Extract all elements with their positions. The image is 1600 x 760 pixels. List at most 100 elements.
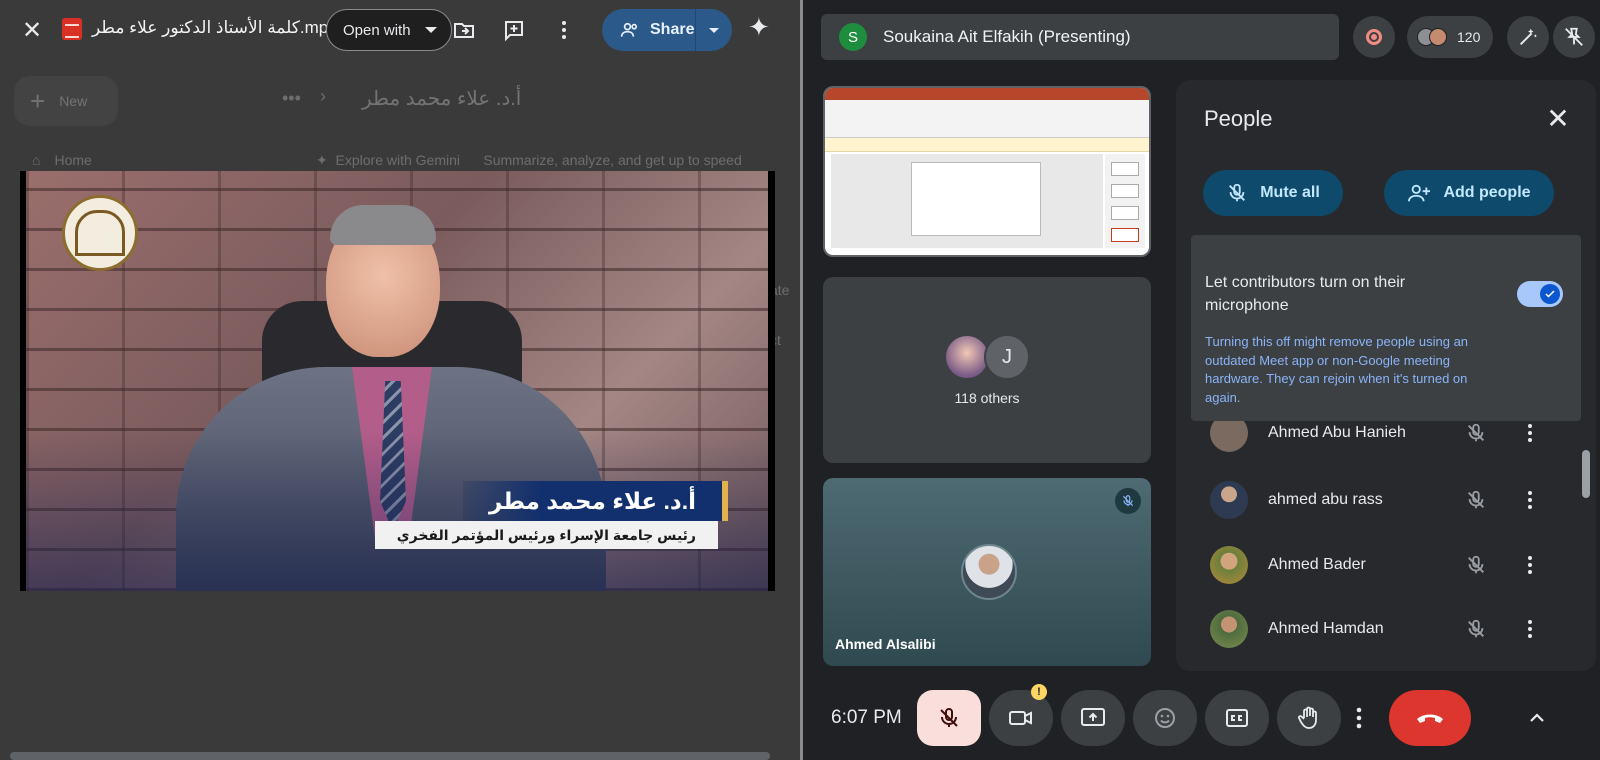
slide-canvas <box>831 154 1103 248</box>
participant-name: Ahmed Hamdan <box>1268 620 1384 637</box>
participants-button[interactable]: 120 <box>1407 16 1493 58</box>
participant-count: 120 <box>1457 29 1481 45</box>
more-vert-icon[interactable] <box>1520 551 1540 579</box>
more-vert-icon[interactable] <box>1520 486 1540 514</box>
magic-wand-icon[interactable] <box>1507 16 1549 58</box>
participant-name: Ahmed Alsalibi <box>835 636 936 652</box>
reactions-button[interactable] <box>1133 690 1197 746</box>
mic-off-icon[interactable] <box>1462 421 1490 447</box>
mic-off-icon[interactable] <box>1462 486 1490 514</box>
mute-all-button[interactable]: Mute all <box>1203 170 1343 216</box>
participant-list: Ahmed Abu Hanieh ahmed abu rass Ahmed Ba… <box>1176 421 1576 671</box>
more-vert-icon[interactable] <box>1520 421 1540 447</box>
closed-caption-icon <box>1226 709 1248 727</box>
hand-icon <box>1298 706 1317 729</box>
more-dots-icon: ••• <box>282 88 301 108</box>
more-vert-icon[interactable] <box>1520 615 1540 643</box>
notice-bar <box>825 138 1149 152</box>
participant-name: ahmed abu rass <box>1268 491 1383 508</box>
summary-text: Summarize, analyze, and get up to speed <box>483 152 742 168</box>
meeting-clock: 6:07 PM <box>831 707 902 728</box>
mic-permission-toggle[interactable] <box>1517 281 1563 307</box>
list-item[interactable]: Ahmed Abu Hanieh <box>1176 421 1576 465</box>
mute-all-label: Mute all <box>1260 184 1320 201</box>
explore-label: Explore with Gemini <box>335 152 461 168</box>
university-logo <box>62 195 138 271</box>
participant-avatars <box>1417 28 1447 46</box>
home-label: Home <box>54 152 92 168</box>
people-panel: People ✕ Mute all Add people Let contrib… <box>1176 80 1596 671</box>
mic-permission-setting: Let contributors turn on their microphon… <box>1191 235 1581 421</box>
close-icon[interactable]: ✕ <box>16 14 48 46</box>
add-people-button[interactable]: Add people <box>1384 170 1554 216</box>
avatar <box>1210 546 1248 584</box>
move-to-folder-icon[interactable] <box>448 14 480 46</box>
mic-off-icon <box>1229 183 1246 202</box>
chevron-up-icon[interactable] <box>1523 704 1551 732</box>
close-icon[interactable]: ✕ <box>1542 102 1574 134</box>
open-with-button[interactable]: Open with <box>326 9 452 51</box>
presenter-avatar: S <box>839 23 867 51</box>
list-item[interactable]: Ahmed Hamdan <box>1176 597 1576 661</box>
captions-button[interactable] <box>1205 690 1269 746</box>
presentation-tile[interactable] <box>823 86 1151 257</box>
chevron-right-icon: › <box>320 86 326 106</box>
others-tile[interactable]: J 118 others <box>823 277 1151 463</box>
horizontal-scrollbar[interactable] <box>10 752 770 760</box>
hair-shape <box>330 205 436 245</box>
plus-icon: + <box>30 85 46 116</box>
mic-off-icon[interactable] <box>1462 615 1490 643</box>
share-dropdown-button[interactable] <box>696 27 732 33</box>
new-label: New <box>59 93 88 109</box>
participant-name: Ahmed Bader <box>1268 556 1366 573</box>
lower-third-name: أ.د. علاء محمد مطر <box>462 481 728 521</box>
present-to-all-icon <box>1081 708 1105 726</box>
presenter-label: Soukaina Ait Elfakih (Presenting) <box>883 27 1131 46</box>
more-vert-icon[interactable] <box>548 14 580 46</box>
avatar-initial: J <box>984 334 1030 380</box>
list-item[interactable]: Ahmed Bader <box>1176 533 1576 597</box>
mic-off-icon <box>940 708 958 727</box>
gemini-sparkle-icon[interactable]: ✦ <box>748 12 770 43</box>
list-item[interactable]: ahmed abu rass <box>1176 468 1576 532</box>
breadcrumb: أ.د. علاء محمد مطر <box>362 88 522 110</box>
participant-tile[interactable]: Ahmed Alsalibi <box>823 478 1151 666</box>
participant-name: Ahmed Abu Hanieh <box>1268 424 1406 441</box>
new-button: + New <box>14 76 118 126</box>
open-with-label: Open with <box>343 21 411 39</box>
explore-gemini: ✦ Explore with Gemini Summarize, analyze… <box>316 152 742 169</box>
drive-preview-pane: + New ••• › أ.د. علاء محمد مطر ⌂ Home ✦ Ex… <box>0 0 800 760</box>
avatar <box>1210 481 1248 519</box>
presenting-bar[interactable]: S Soukaina Ait Elfakih (Presenting) <box>821 14 1339 60</box>
panel-title: People <box>1204 106 1273 131</box>
share-button[interactable]: Share <box>602 9 732 51</box>
avatar <box>1210 610 1248 648</box>
present-screen-button[interactable] <box>1061 690 1125 746</box>
slide-thumbnails <box>1105 154 1145 248</box>
vertical-scrollbar[interactable] <box>1582 450 1590 498</box>
people-icon <box>620 22 638 37</box>
avatar <box>1210 421 1248 452</box>
microphone-button[interactable] <box>917 690 981 746</box>
leave-call-button[interactable] <box>1389 690 1471 746</box>
raise-hand-button[interactable] <box>1277 690 1341 746</box>
unpin-icon[interactable] <box>1553 16 1595 58</box>
home-nav: ⌂ Home <box>32 152 92 168</box>
mic-off-icon[interactable] <box>1462 551 1490 579</box>
more-options-icon[interactable] <box>1349 704 1369 732</box>
video-player[interactable]: أ.د. علاء محمد مطر رئيس جامعة الإسراء ور… <box>20 171 775 591</box>
others-avatars: J <box>944 334 1030 380</box>
sparkle-small-icon: ✦ <box>316 152 328 168</box>
share-main[interactable]: Share <box>602 9 696 51</box>
ribbon-toolbar <box>825 100 1149 138</box>
camera-button[interactable]: ! <box>989 684 1053 746</box>
file-name: كلمة الأستاذ الدكتور علاء مطر.mp4 <box>92 18 338 37</box>
call-controls: 6:07 PM ! <box>803 684 1600 746</box>
setting-label: Let contributors turn on their microphon… <box>1205 274 1406 314</box>
recording-icon[interactable] <box>1353 16 1395 58</box>
add-comment-icon[interactable] <box>498 14 530 46</box>
caret-down-icon <box>709 27 719 33</box>
home-icon: ⌂ <box>32 152 41 168</box>
video-frame-content: أ.د. علاء محمد مطر رئيس جامعة الإسراء ور… <box>26 171 768 591</box>
video-file-icon <box>62 18 82 40</box>
